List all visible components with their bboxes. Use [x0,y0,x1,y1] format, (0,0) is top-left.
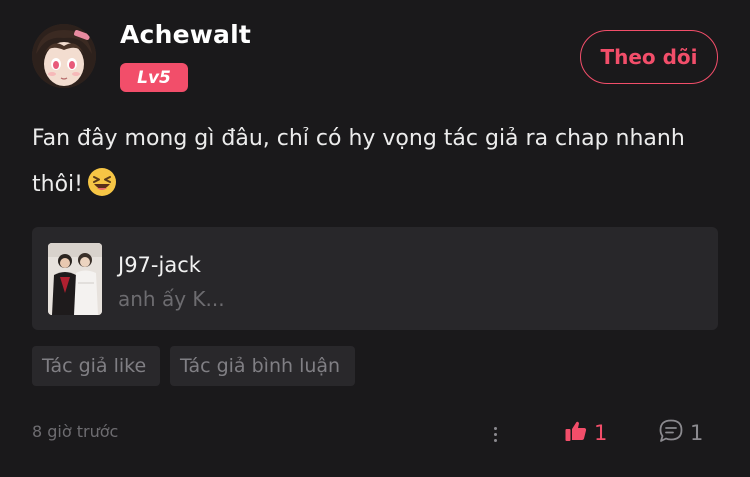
like-count: 1 [594,421,608,445]
quote-snippet: anh ấy K... [118,287,225,311]
tag-author-commented: Tác giả bình luận [170,346,355,386]
like-button[interactable]: 1 [564,418,607,448]
timestamp: 8 giờ trước [32,422,119,441]
comment-body: Fan đây mong gì đâu, chỉ có hy vọng tác … [32,116,722,214]
level-badge: Lv5 [120,63,188,92]
thumbs-up-icon [564,419,588,447]
more-options-icon[interactable] [486,420,504,448]
comment-card: Achewalt Lv5 Theo dõi Fan đây mong gì đâ… [0,0,750,477]
reply-button[interactable]: 1 [658,418,703,448]
comment-bubble-icon [658,418,684,448]
avatar[interactable] [32,24,96,88]
comment-text: Fan đây mong gì đâu, chỉ có hy vọng tác … [32,126,685,197]
quote-author: J97-jack [118,253,201,277]
tag-author-liked: Tác giả like [32,346,160,386]
quoted-comment[interactable]: J97-jack anh ấy K... [32,227,718,330]
reply-count: 1 [690,421,704,445]
quote-thumbnail [48,243,102,315]
follow-button[interactable]: Theo dõi [580,30,718,84]
username[interactable]: Achewalt [120,20,251,49]
laughing-face-icon [87,167,117,214]
